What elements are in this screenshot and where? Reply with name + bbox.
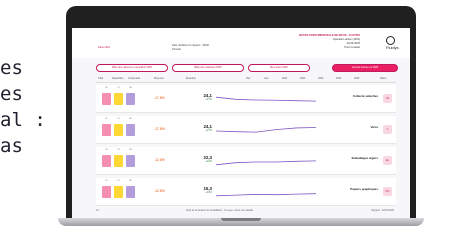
- mini-bar: [102, 186, 111, 198]
- col-header: Hier: [246, 77, 251, 80]
- col-header: Jour: [264, 77, 269, 80]
- trend-sparkline: [215, 160, 317, 166]
- tab-aucune-donnee[interactable]: Aucune donnée en 2025: [332, 64, 398, 72]
- background-text-line: es: [0, 57, 23, 79]
- mini-bar: [114, 155, 123, 167]
- app-header: Fluidys BILTAN SORTI MENSUELLE DE DEVIS …: [72, 28, 410, 58]
- bar-label: 21: [117, 87, 120, 89]
- mini-bar: [126, 186, 135, 198]
- col-header: Total: [98, 77, 104, 80]
- category-name: Emballages légers: [351, 156, 378, 160]
- tab-materiaux[interactable]: Bilan des matériaux 2025: [172, 64, 244, 72]
- mini-bar: [102, 155, 111, 167]
- col-header: 2025: [354, 77, 360, 80]
- tab-suites[interactable]: Mes suites 2025: [248, 64, 310, 72]
- footer-page: 13: [96, 209, 99, 212]
- bar-label: 36: [129, 87, 132, 89]
- col-header: Filière: [380, 77, 387, 80]
- col-header: Répartition: [112, 77, 124, 80]
- tab-bar: Bilan des collectes et répartition 2025 …: [96, 64, 398, 72]
- tab-collectes[interactable]: Bilan des collectes et répartition 2025: [96, 64, 168, 72]
- table-row[interactable]: 52 21 36 -12,8% 22,3 +12% Emballages légers EL: [96, 147, 396, 175]
- trend-line: [215, 127, 317, 133]
- bar-label: 52: [105, 180, 108, 182]
- trend-line: [215, 96, 317, 102]
- category-badge: EL: [383, 156, 392, 165]
- report-title-line: Pour la saisie: [344, 46, 360, 49]
- col-header: 2023: [318, 77, 324, 80]
- pct-change: -17,8%: [154, 127, 165, 131]
- pct-change: -12,8%: [154, 189, 165, 193]
- trend-sparkline: [215, 96, 317, 102]
- bar-label: 36: [129, 149, 132, 151]
- laptop-mockup: Fluidys BILTAN SORTI MENSUELLE DE DEVIS …: [58, 6, 424, 228]
- category-badge: V: [383, 125, 392, 134]
- background-text: es es al : as: [0, 55, 46, 159]
- bar-label: 36: [129, 118, 132, 120]
- bar-label: 21: [117, 149, 120, 151]
- mini-bar: [126, 93, 135, 105]
- bar-label: 21: [117, 180, 120, 182]
- category-name: Verre: [370, 125, 378, 129]
- table-row[interactable]: 52 21 36 -17,8% 24,1 +17% Verre V: [96, 116, 396, 144]
- bar-label: 52: [105, 118, 108, 120]
- mini-bar: [126, 155, 135, 167]
- table-row[interactable]: 52 21 36 -12,8% 15,3 +12% Papiers graphiques PG: [96, 178, 396, 206]
- footer-note: Suivi de la mission de l'installation : …: [186, 209, 254, 212]
- mini-bar: [102, 93, 111, 105]
- laptop-notch: [221, 218, 261, 221]
- bar-label: 21: [117, 118, 120, 120]
- col-header: 2021: [282, 77, 288, 80]
- dashboard-app: Fluidys BILTAN SORTI MENSUELLE DE DEVIS …: [72, 28, 410, 218]
- mini-bar: [114, 93, 123, 105]
- trend-sparkline: [215, 127, 317, 133]
- col-header: 2022: [300, 77, 306, 80]
- trend-sparkline: [215, 193, 317, 197]
- pct-change: -17,8%: [154, 96, 165, 100]
- footer-date: Rapport : 22/07/2025: [371, 209, 394, 212]
- app-logo: Fluidys: [386, 36, 402, 50]
- mini-bar: [126, 124, 135, 136]
- col-header: Moyenne: [154, 77, 164, 80]
- col-header: Contenants: [128, 77, 141, 80]
- background-text-line: es: [0, 83, 23, 105]
- background-text-line: as: [0, 135, 23, 157]
- reference-link[interactable]: Devis filtre: [98, 46, 110, 49]
- category-badge: CS: [383, 94, 392, 103]
- category-name: Collecte sélective: [352, 94, 378, 98]
- bar-label: 36: [129, 180, 132, 182]
- report-info-line: Période: [172, 48, 181, 51]
- category-badge: PG: [383, 187, 392, 196]
- trend-line: [215, 160, 317, 166]
- mini-bar: [102, 124, 111, 136]
- footer: 13 Suivi de la mission de l'installation…: [96, 209, 396, 212]
- mini-bar: [114, 186, 123, 198]
- logo-text: Fluidys: [386, 45, 399, 50]
- col-header: Évolution: [186, 77, 196, 80]
- col-header: 2024: [336, 77, 342, 80]
- trend-line: [215, 193, 317, 197]
- bar-label: 52: [105, 149, 108, 151]
- table-header: Total Répartition Contenants Moyenne Évo…: [96, 76, 396, 83]
- laptop-screen: Fluidys BILTAN SORTI MENSUELLE DE DEVIS …: [72, 28, 410, 218]
- category-name: Papiers graphiques: [350, 187, 378, 191]
- mini-bar: [114, 124, 123, 136]
- logo-ring-icon: [386, 36, 395, 45]
- report-title: BILTAN SORTI MENSUELLE DE DEVIS - CLOTIV…: [299, 34, 360, 50]
- table-row[interactable]: 52 21 36 -17,8% 24,1 +17% Collecte sélective CS: [96, 85, 396, 113]
- bar-label: 52: [105, 87, 108, 89]
- pct-change: -12,8%: [154, 158, 165, 162]
- report-info: Date d'édition du rapport : 26/06 Périod…: [172, 44, 209, 52]
- background-text-line: al :: [0, 109, 46, 131]
